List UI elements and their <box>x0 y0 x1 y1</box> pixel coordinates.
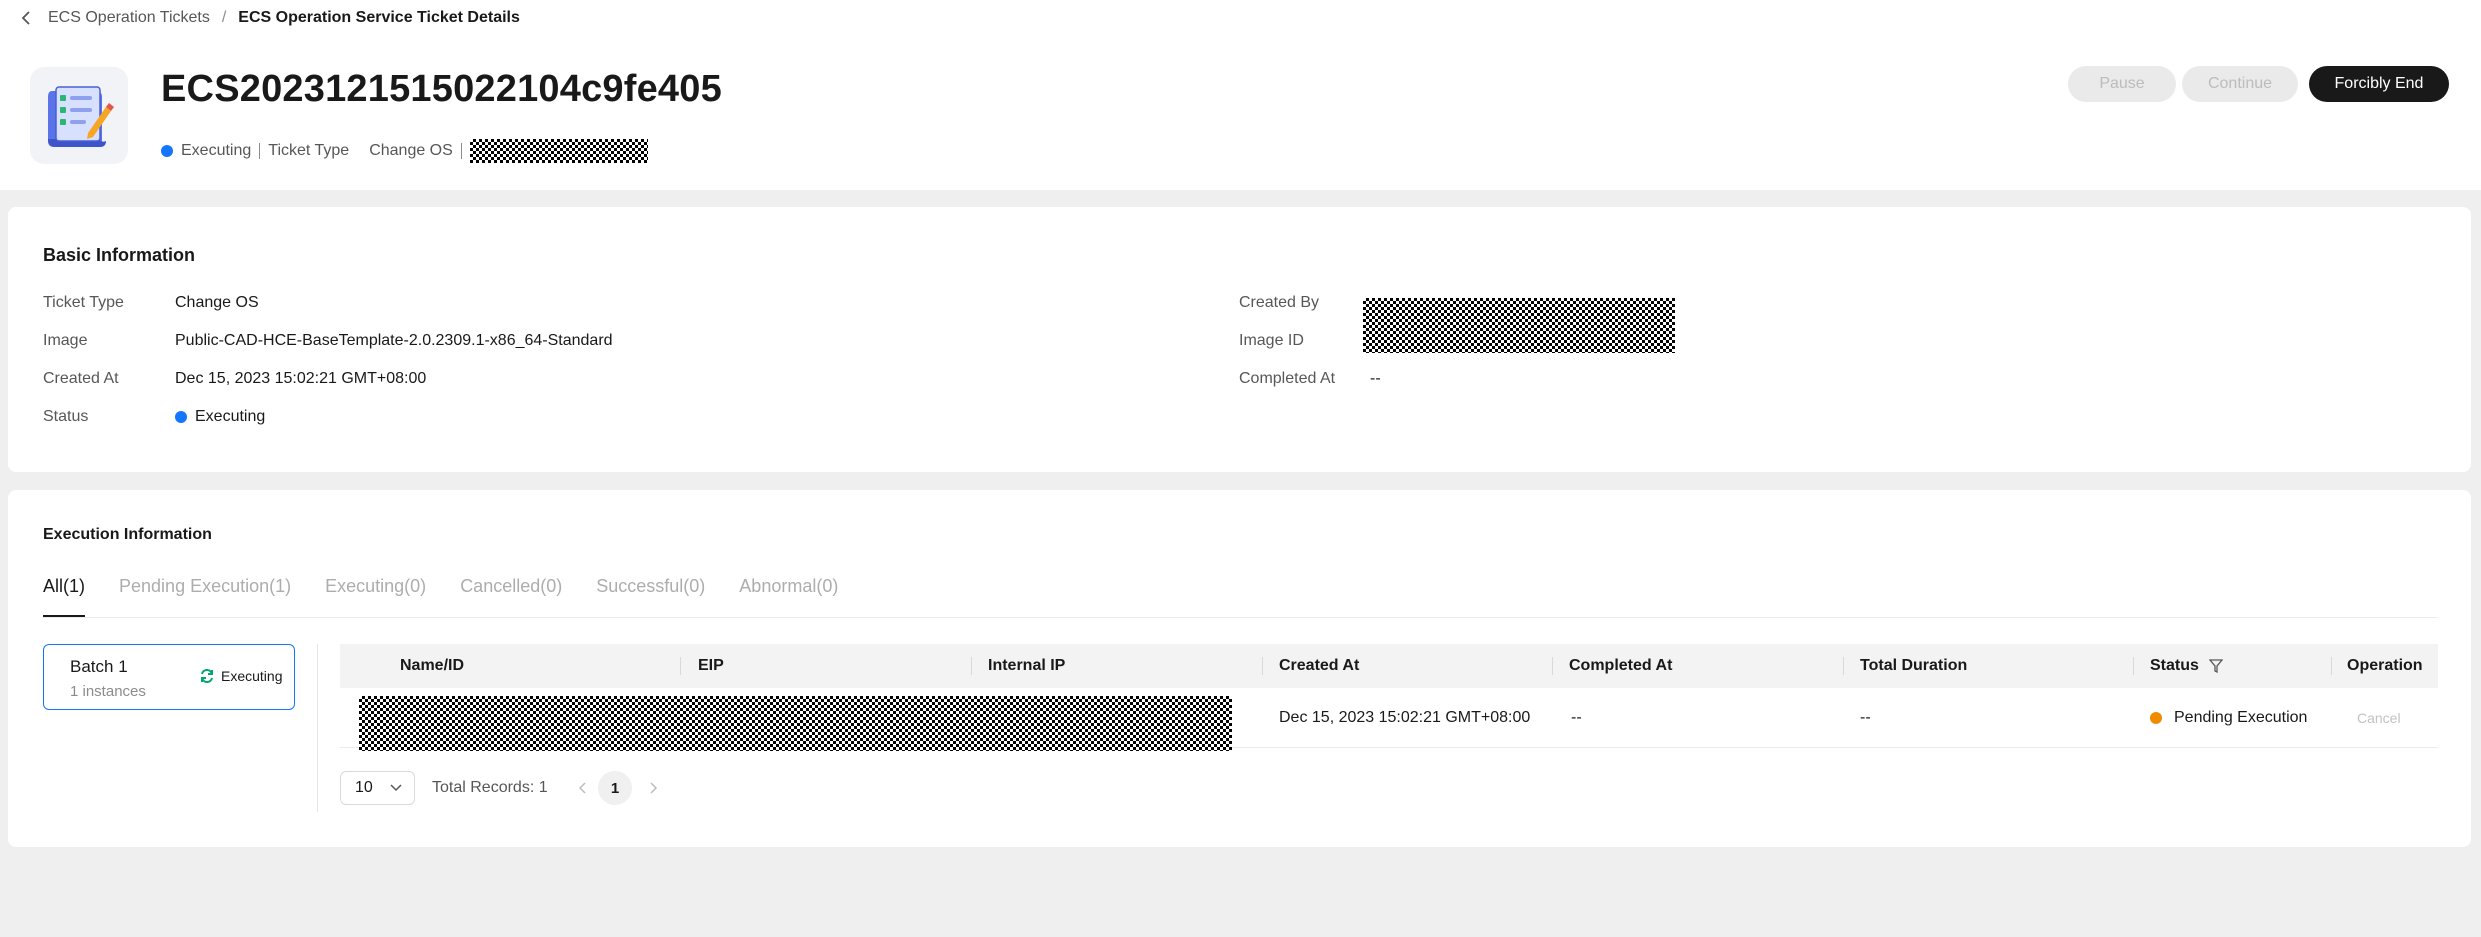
batch-status-text: Executing <box>221 668 283 684</box>
batch-name: Batch 1 <box>70 657 128 676</box>
page-number-current[interactable]: 1 <box>598 771 632 805</box>
pause-button[interactable]: Pause <box>2068 66 2176 102</box>
execution-information-card: Execution Information All(1) Pending Exe… <box>8 490 2471 847</box>
created-by-label: Created By <box>1239 294 1320 311</box>
breadcrumb-current: ECS Operation Service Ticket Details <box>238 9 520 26</box>
status-label: Status <box>43 408 89 425</box>
back-arrow-icon[interactable] <box>16 8 36 28</box>
breadcrumb-separator: / <box>221 9 227 26</box>
status-text: Executing <box>195 408 266 425</box>
forcibly-end-button[interactable]: Forcibly End <box>2309 66 2449 102</box>
cancel-link[interactable]: Cancel <box>2357 688 2401 748</box>
row-status-text: Pending Execution <box>2174 709 2308 726</box>
tab-all[interactable]: All(1) <box>43 576 86 618</box>
image-label: Image <box>43 332 88 349</box>
column-divider <box>1843 657 1844 675</box>
column-divider <box>2331 657 2332 675</box>
status-dot-icon <box>161 145 173 157</box>
refresh-icon <box>201 668 213 684</box>
column-divider <box>1552 657 1553 675</box>
column-operation: Operation <box>2347 657 2423 674</box>
continue-button[interactable]: Continue <box>2182 66 2298 102</box>
column-status: Status <box>2150 644 2223 688</box>
divider <box>317 644 318 812</box>
column-divider <box>2133 657 2134 675</box>
chevron-right-icon[interactable] <box>641 771 665 805</box>
completed-at-label: Completed At <box>1239 370 1336 387</box>
ticket-type-label: Ticket Type <box>43 294 124 311</box>
divider <box>259 143 261 159</box>
execution-information-title: Execution Information <box>43 526 212 543</box>
tab-pending-execution[interactable]: Pending Execution(1) <box>119 576 291 618</box>
column-completed-at: Completed At <box>1569 657 1673 674</box>
total-records: Total Records: 1 <box>432 779 548 796</box>
chevron-left-icon[interactable] <box>571 771 595 805</box>
divider <box>43 617 2438 618</box>
row-created-at: Dec 15, 2023 15:02:21 GMT+08:00 <box>1279 709 1531 726</box>
ticket-document-icon <box>30 67 128 164</box>
batch-card[interactable]: Batch 1 1 instances Executing <box>43 644 295 710</box>
column-name-id: Name/ID <box>400 657 465 674</box>
redacted-field <box>1363 298 1675 353</box>
breadcrumb-parent-link[interactable]: ECS Operation Tickets <box>48 9 210 27</box>
image-value: Public-CAD-HCE-BaseTemplate-2.0.2309.1-x… <box>175 332 613 349</box>
column-eip: EIP <box>698 657 724 674</box>
table-row: Dec 15, 2023 15:02:21 GMT+08:00 -- -- Pe… <box>340 688 2438 751</box>
row-total-duration: -- <box>1860 709 1871 726</box>
filter-icon[interactable] <box>2208 659 2223 673</box>
cancel-link-text[interactable]: Cancel <box>2357 710 2401 726</box>
execution-tabs: All(1) Pending Execution(1) Executing(0)… <box>43 576 872 618</box>
row-status: Pending Execution <box>2150 688 2307 748</box>
page-title: ECS2023121515022104c9fe405 <box>161 68 722 110</box>
status-dot-icon <box>2150 712 2162 724</box>
basic-information-card: Basic Information Ticket Type Change OS … <box>8 207 2471 472</box>
table-header: Name/ID EIP Internal IP Created At Compl… <box>340 644 2438 688</box>
column-divider <box>971 657 972 675</box>
redacted-field <box>359 696 1232 751</box>
column-status-label: Status <box>2150 657 2199 674</box>
page-size-value: 10 <box>355 779 373 796</box>
created-at-label: Created At <box>43 370 119 387</box>
breadcrumb: ECS Operation Tickets / ECS Operation Se… <box>16 6 520 30</box>
column-internal-ip: Internal IP <box>988 657 1066 674</box>
tab-successful[interactable]: Successful(0) <box>596 576 705 618</box>
page-size-select[interactable]: 10 <box>340 771 415 805</box>
ticket-type-value: Change OS <box>175 294 259 311</box>
created-at-value: Dec 15, 2023 15:02:21 GMT+08:00 <box>175 370 427 387</box>
completed-at-value: -- <box>1370 370 1381 387</box>
tab-executing[interactable]: Executing(0) <box>325 576 426 618</box>
batch-instance-count: 1 instances <box>70 683 146 700</box>
ticket-meta: Executing Ticket Type Change OS <box>161 139 648 163</box>
column-divider <box>1262 657 1263 675</box>
column-divider <box>680 657 681 675</box>
column-created-at: Created At <box>1279 657 1360 674</box>
tab-abnormal[interactable]: Abnormal(0) <box>739 576 838 618</box>
divider <box>460 143 462 159</box>
column-total-duration: Total Duration <box>1860 657 1968 674</box>
batch-status: Executing <box>199 668 282 684</box>
row-completed-at: -- <box>1571 709 1582 726</box>
ticket-type-value: Change OS <box>369 142 453 159</box>
chevron-down-icon <box>390 784 402 792</box>
tab-cancelled[interactable]: Cancelled(0) <box>460 576 562 618</box>
page-header: ECS Operation Tickets / ECS Operation Se… <box>0 0 2481 190</box>
basic-information-title: Basic Information <box>43 245 196 265</box>
status-value: Executing <box>175 408 265 426</box>
status-dot-icon <box>175 411 187 423</box>
image-id-label: Image ID <box>1239 332 1304 349</box>
redacted-field <box>469 139 648 163</box>
status-text: Executing <box>181 142 252 159</box>
ticket-type-label: Ticket Type <box>268 142 350 159</box>
